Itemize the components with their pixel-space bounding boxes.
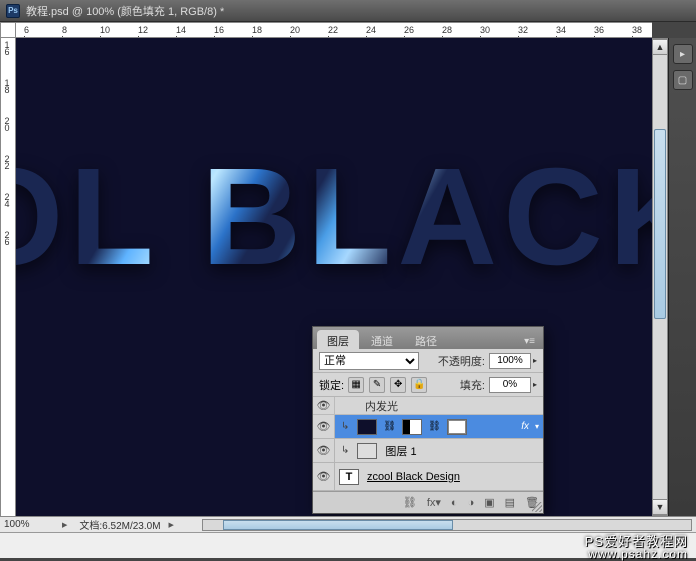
layers-panel[interactable]: 图层 通道 路径 ▾≡ 正常 不透明度: 100% ▸ 锁定: ▦ ✎ ✥ 🔒 … (312, 326, 544, 514)
ruler-tick: 24 (366, 25, 376, 35)
effect-label: 内发光 (365, 398, 398, 414)
layer-thumb-icon[interactable] (357, 443, 377, 459)
layer-text-zcool[interactable]: 👁 T zcool Black Design (313, 463, 543, 491)
canvas-text-effect: OL BLACK OL BLACK (16, 138, 652, 297)
lock-position-icon[interactable]: ✥ (390, 377, 406, 393)
clip-indicator-icon: ↳ (341, 421, 349, 432)
lock-transparent-icon[interactable]: ▦ (348, 377, 364, 393)
ruler-tick: 24 (2, 192, 12, 206)
ruler-tick: 18 (252, 25, 262, 35)
ruler-tick: 16 (2, 40, 12, 54)
ruler-tick: 30 (480, 25, 490, 35)
link-icon[interactable]: ⛓ (428, 421, 441, 432)
panel-resize-handle[interactable] (532, 502, 542, 512)
ruler-tick: 28 (442, 25, 452, 35)
layer-color-fill-1[interactable]: 👁 ↳ ⛓ ⛓ fx ▾ (313, 415, 543, 439)
scroll-down-arrow-icon[interactable]: ▼ (653, 499, 667, 515)
clip-indicator-icon: ↳ (341, 445, 349, 456)
ruler-origin[interactable] (0, 22, 16, 38)
watermark-line2: www.psahz.com (585, 548, 688, 560)
ruler-tick: 38 (632, 25, 642, 35)
panel-toggle-column: ▸ ▢ (668, 38, 696, 516)
effect-row-innerglow[interactable]: 👁 内发光 (313, 397, 543, 415)
layer-mask-icon[interactable]: ◐ (451, 497, 458, 509)
lock-label: 锁定: (319, 377, 344, 393)
app-icon: Ps (6, 4, 20, 18)
vertical-scrollbar[interactable]: ▲ ▼ (652, 38, 668, 516)
lock-all-icon[interactable]: 🔒 (411, 377, 427, 393)
ruler-tick: 8 (62, 25, 67, 35)
visibility-toggle-icon[interactable]: 👁 (313, 439, 335, 462)
document-info[interactable]: 文档:6.52M/23.0M (79, 517, 160, 532)
lock-buttons: ▦ ✎ ✥ 🔒 (348, 377, 429, 393)
lock-fill-row: 锁定: ▦ ✎ ✥ 🔒 填充: 0% ▸ (313, 373, 543, 397)
docinfo-menu-icon[interactable]: ▶ (169, 521, 174, 529)
adjustment-layer-icon[interactable]: ◑ (468, 497, 475, 509)
ruler-vertical[interactable]: 16 18 20 22 24 26 (0, 38, 16, 516)
scroll-up-arrow-icon[interactable]: ▲ (653, 39, 667, 55)
ruler-tick: 22 (328, 25, 338, 35)
ruler-tick: 26 (2, 230, 12, 244)
ruler-tick: 32 (518, 25, 528, 35)
ruler-tick: 16 (214, 25, 224, 35)
fill-arrow-icon[interactable]: ▸ (533, 380, 537, 389)
layer-style-icon[interactable]: fx▾ (427, 496, 441, 509)
scroll-thumb[interactable] (223, 520, 453, 530)
fx-indicator[interactable]: fx (521, 421, 529, 432)
ruler-tick: 10 (100, 25, 110, 35)
layer-list: 👁 内发光 👁 ↳ ⛓ ⛓ fx ▾ 👁 ↳ 图层 1 👁 T zcool Bl… (313, 397, 543, 491)
ruler-tick: 36 (594, 25, 604, 35)
ruler-tick: 26 (404, 25, 414, 35)
type-layer-icon[interactable]: T (339, 469, 359, 485)
panel-tabs: 图层 通道 路径 ▾≡ (313, 327, 543, 349)
visibility-toggle-icon[interactable]: 👁 (313, 463, 335, 490)
visibility-toggle-icon[interactable]: 👁 (313, 397, 335, 414)
fill-label: 填充: (460, 377, 485, 393)
ruler-tick: 12 (138, 25, 148, 35)
fill-value[interactable]: 0% (489, 377, 531, 393)
ruler-tick: 6 (24, 25, 29, 35)
layer-mask-thumb-icon[interactable] (402, 419, 422, 435)
tab-paths[interactable]: 路径 (405, 330, 447, 349)
layer-thumb-icon[interactable] (357, 419, 377, 435)
vector-mask-thumb-icon[interactable] (447, 419, 467, 435)
screen-mode-icon[interactable]: ▢ (673, 70, 693, 90)
link-icon[interactable]: ⛓ (383, 421, 396, 432)
ruler-tick: 18 (2, 78, 12, 92)
ruler-tick: 20 (290, 25, 300, 35)
ruler-tick: 20 (2, 116, 12, 130)
layer-name[interactable]: zcool Black Design (367, 471, 460, 483)
link-layers-icon[interactable]: ⛓ (403, 496, 417, 509)
blend-mode-select[interactable]: 正常 (319, 352, 419, 370)
ruler-tick: 22 (2, 154, 12, 168)
title-bar: Ps 教程.psd @ 100% (颜色填充 1, RGB/8) * (0, 0, 696, 22)
ruler-horizontal[interactable]: 6 8 10 12 14 16 18 20 22 24 26 28 30 32 … (16, 22, 652, 38)
lock-pixels-icon[interactable]: ✎ (369, 377, 385, 393)
panel-footer: ⛓ fx▾ ◐ ◑ ▣ ▤ 🗑 (313, 491, 543, 513)
canvas-text-shine: OL BLACK (16, 138, 652, 297)
visibility-toggle-icon[interactable]: 👁 (313, 415, 335, 438)
opacity-value[interactable]: 100% (489, 353, 531, 369)
ruler-tick: 14 (176, 25, 186, 35)
tab-channels[interactable]: 通道 (361, 330, 403, 349)
status-bar: 100% ▶ 文档:6.52M/23.0M ▶ (0, 516, 696, 532)
zoom-menu-icon[interactable]: ▶ (62, 521, 67, 529)
layer-layer1[interactable]: 👁 ↳ 图层 1 (313, 439, 543, 463)
fx-toggle-icon[interactable]: ▾ (535, 422, 539, 431)
tab-layers[interactable]: 图层 (317, 330, 359, 349)
layer-name[interactable]: 图层 1 (385, 443, 416, 459)
zoom-level[interactable]: 100% (4, 519, 54, 530)
new-layer-icon[interactable]: ▤ (505, 496, 515, 509)
ruler-tick: 34 (556, 25, 566, 35)
document-title: 教程.psd @ 100% (颜色填充 1, RGB/8) * (26, 3, 224, 19)
opacity-arrow-icon[interactable]: ▸ (533, 356, 537, 365)
blend-opacity-row: 正常 不透明度: 100% ▸ (313, 349, 543, 373)
scroll-thumb[interactable] (654, 129, 666, 319)
watermark: PS爱好者教程网 www.psahz.com (585, 536, 688, 560)
expand-panels-icon[interactable]: ▸ (673, 44, 693, 64)
opacity-label: 不透明度: (438, 353, 485, 369)
panel-menu-icon[interactable]: ▾≡ (520, 334, 539, 349)
horizontal-scrollbar[interactable] (202, 519, 692, 531)
group-icon[interactable]: ▣ (484, 496, 494, 509)
